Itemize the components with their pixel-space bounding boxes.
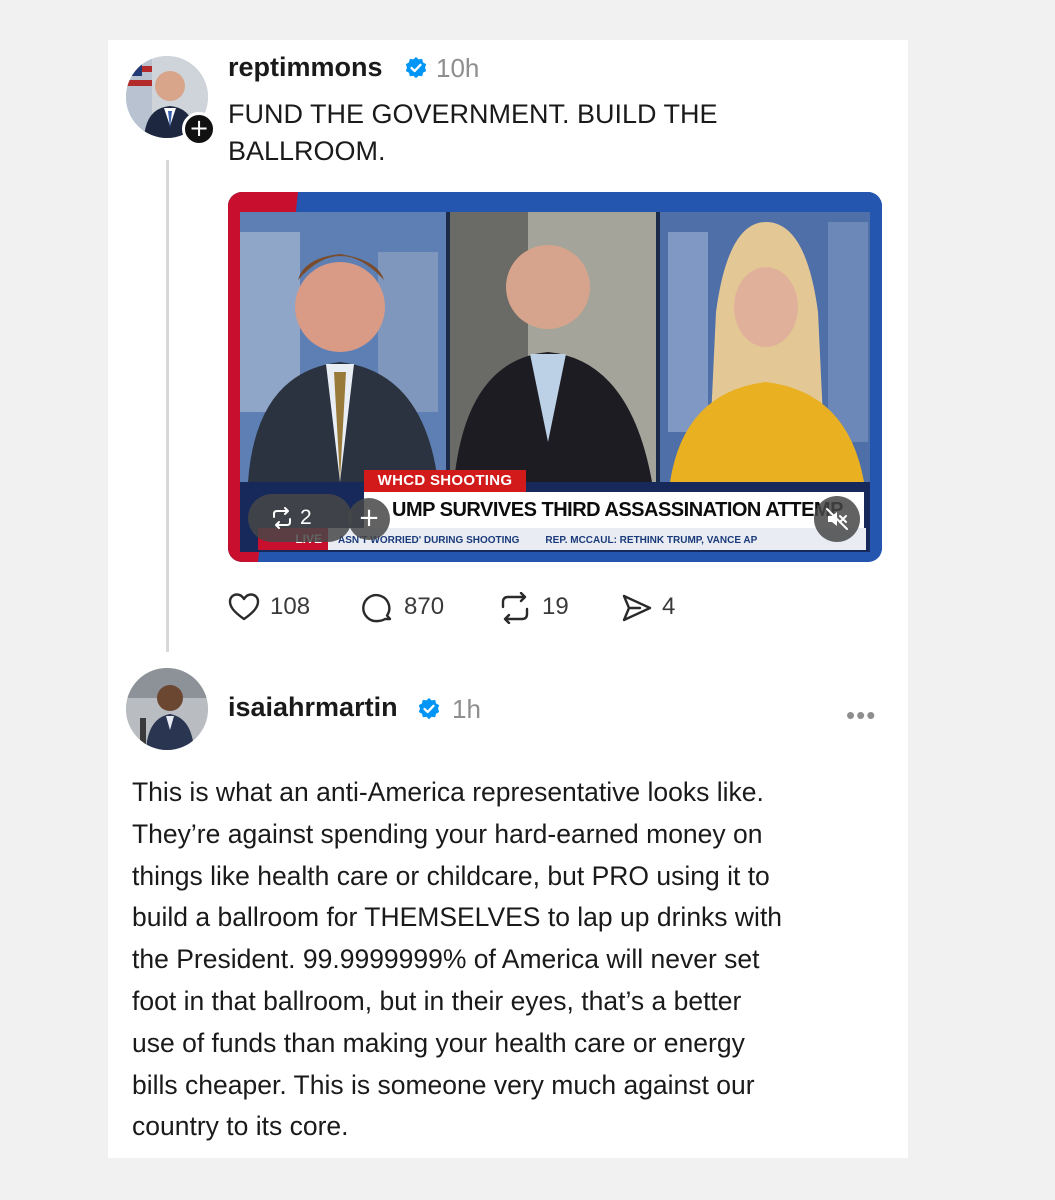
news-ticker: LIVEASN'T WORRIED' DURING SHOOTINGREP. M…: [258, 528, 866, 550]
news-tag: WHCD SHOOTING: [364, 470, 526, 492]
isaiahrmartin-avatar[interactable]: [126, 668, 208, 750]
media-repost-pill[interactable]: 2: [248, 494, 352, 542]
more-options-icon[interactable]: •••: [846, 700, 876, 731]
news-headline: UMP SURVIVES THIRD ASSASSINATION ATTEMP: [364, 492, 864, 528]
share-button[interactable]: 4: [620, 590, 684, 624]
post1-text: FUND THE GOVERNMENT. BUILD THE BALLROOM.: [228, 99, 718, 166]
post2-timestamp: 1h: [452, 694, 481, 724]
send-icon: [622, 594, 652, 622]
comment-button[interactable]: 870: [362, 590, 458, 624]
mute-button[interactable]: [814, 496, 860, 542]
heart-icon: [228, 593, 260, 621]
like-button[interactable]: 108: [228, 590, 318, 624]
comment-count: 870: [404, 593, 445, 620]
speaker-muted-icon: [826, 508, 848, 530]
thread-connector-line: [166, 160, 169, 652]
like-count: 108: [270, 593, 311, 620]
repost-count: 19: [542, 593, 569, 620]
post1-timestamp: 10h: [436, 53, 480, 83]
verified-badge-icon: [418, 698, 440, 720]
ticker-text-right: REP. MCCAUL: RETHINK TRUMP, VANCE AP: [545, 535, 758, 546]
repost-icon: [273, 507, 291, 529]
repost-button[interactable]: 19: [498, 590, 578, 624]
follow-button[interactable]: +: [182, 112, 216, 146]
post2-username[interactable]: isaiahrmartin: [228, 692, 398, 723]
media-repost-count: 2: [300, 506, 312, 529]
post2-text: This is what an anti-America representat…: [132, 777, 783, 1142]
post1-username[interactable]: reptimmons: [228, 52, 383, 83]
share-count: 4: [662, 593, 676, 620]
media-add-button[interactable]: +: [348, 498, 390, 540]
repost-icon: [501, 592, 529, 624]
comment-bubble-icon: [362, 593, 392, 623]
verified-badge-icon: [405, 57, 427, 79]
